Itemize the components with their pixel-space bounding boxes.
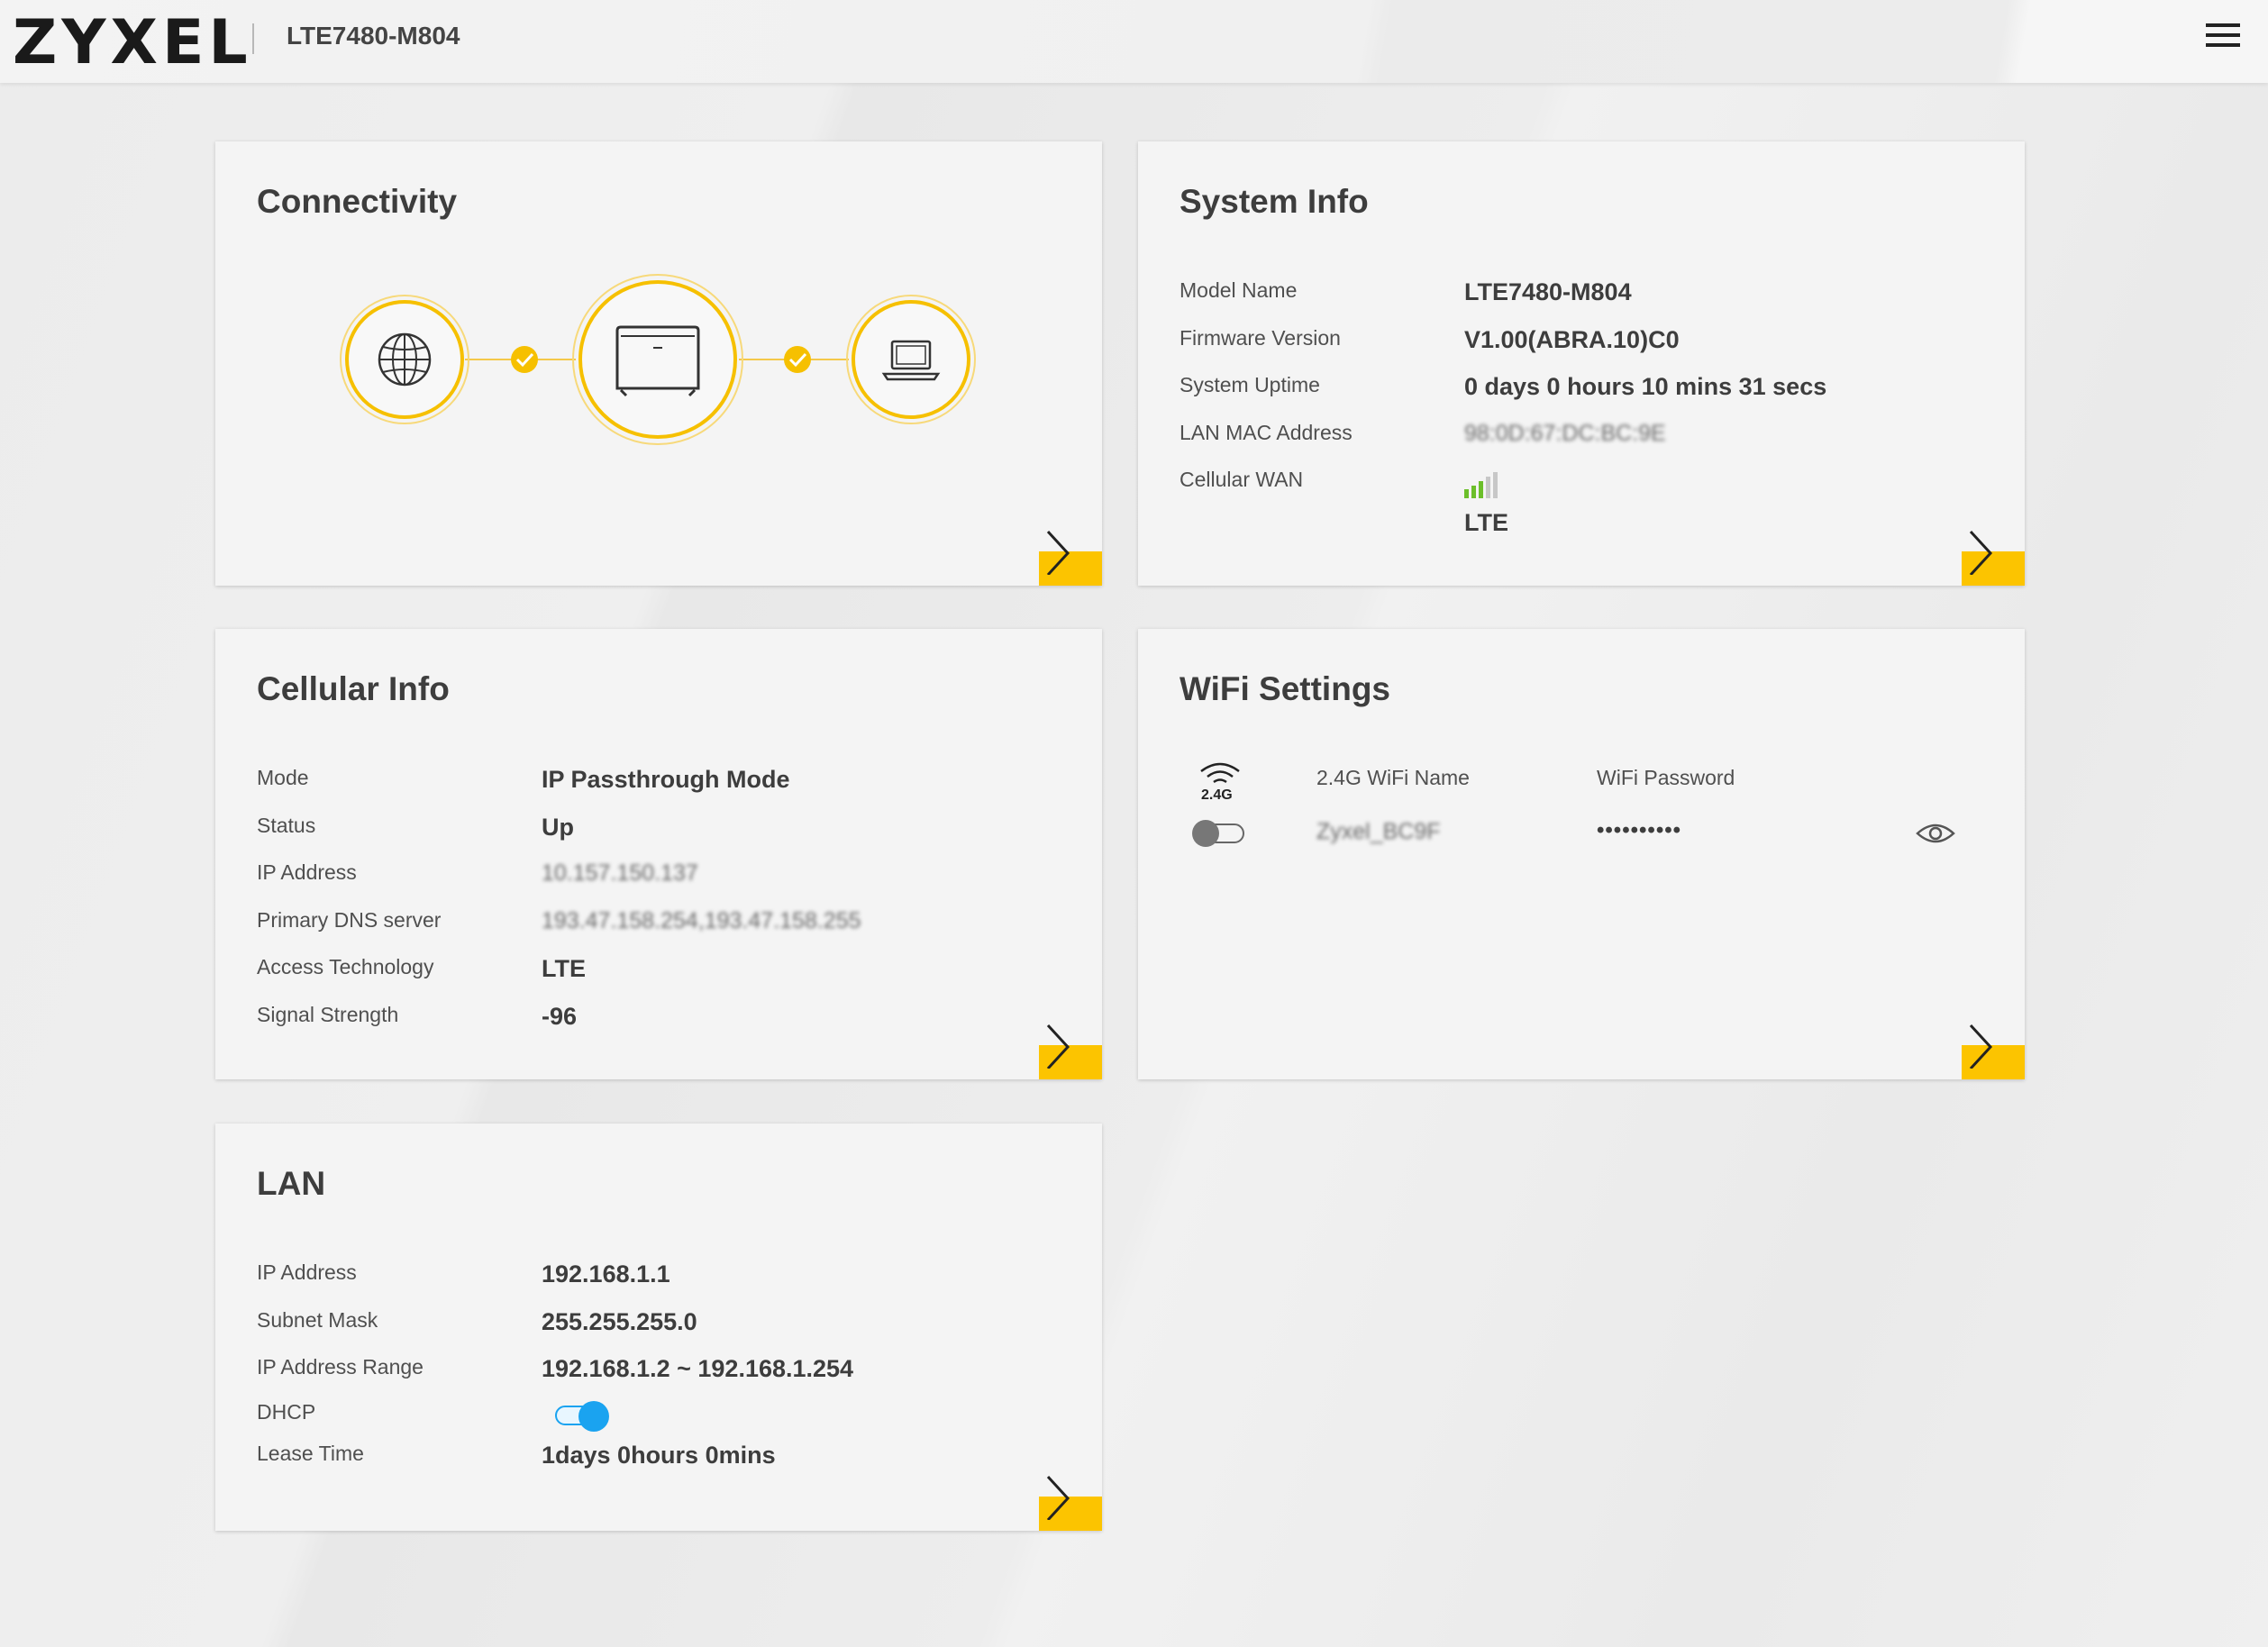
firmware-version-value: V1.00(ABRA.10)C0 — [1464, 326, 1680, 353]
card-title: System Info — [1180, 183, 1369, 220]
card-title: Cellular Info — [257, 670, 450, 707]
lan-card: LAN IP Address 192.168.1.1 Subnet Mask 2… — [215, 1124, 1102, 1531]
wifi-settings-details-button[interactable] — [1962, 1024, 2025, 1079]
top-bar: ZYXEL LTE7480-M804 — [0, 0, 2268, 83]
cellular-wan-label: Cellular WAN — [1180, 468, 1304, 491]
access-technology-label: Access Technology — [257, 955, 434, 978]
system-info-details-button[interactable] — [1962, 530, 2025, 586]
system-uptime-value: 0 days 0 hours 10 mins 31 secs — [1464, 373, 1827, 400]
cellular-info-details-button[interactable] — [1039, 1024, 1102, 1079]
band-label: 2.4G — [1201, 787, 1233, 803]
device-model-title: LTE7480-M804 — [287, 22, 460, 50]
dhcp-label: DHCP — [257, 1400, 316, 1424]
header-divider — [252, 23, 254, 54]
lan-ip-label: IP Address — [257, 1260, 357, 1284]
ip-range-value: 192.168.1.2 ~ 192.168.1.254 — [542, 1355, 854, 1382]
lan-ip-value: 192.168.1.1 — [542, 1260, 670, 1288]
access-technology-value: LTE — [542, 955, 586, 982]
primary-dns-label: Primary DNS server — [257, 908, 442, 932]
ip-range-label: IP Address Range — [257, 1355, 424, 1379]
eye-icon[interactable] — [1916, 820, 1955, 847]
lan-details-button[interactable] — [1039, 1475, 1102, 1531]
model-name-label: Model Name — [1180, 278, 1298, 302]
connectivity-card: Connectivity — [215, 141, 1102, 586]
cellular-info-card: Cellular Info Mode IP Passthrough Mode S… — [215, 629, 1102, 1079]
wifi-name-header: 2.4G WiFi Name — [1316, 766, 1470, 789]
ip-address-label: IP Address — [257, 860, 357, 884]
subnet-mask-label: Subnet Mask — [257, 1308, 378, 1332]
wifi-password-header: WiFi Password — [1597, 766, 1735, 789]
cellular-wan-value: LTE — [1464, 509, 1508, 536]
lan-mac-label: LAN MAC Address — [1180, 421, 1353, 444]
dhcp-toggle[interactable] — [555, 1401, 609, 1432]
chevron-right-icon — [1046, 1024, 1070, 1069]
laptop-icon — [846, 295, 976, 424]
lan-mac-value: 98:0D:67:DC:BC:9E — [1464, 421, 1666, 446]
globe-icon — [340, 295, 469, 424]
hamburger-menu-icon[interactable] — [2206, 23, 2240, 52]
check-icon — [784, 346, 811, 373]
status-value: Up — [542, 814, 574, 841]
status-label: Status — [257, 814, 316, 837]
wifi-ssid-value: Zyxel_BC9F — [1316, 819, 1441, 844]
wifi-icon — [1200, 762, 1240, 784]
wifi-password-value: •••••••••• — [1597, 818, 1682, 842]
zyxel-logo: ZYXEL — [13, 7, 252, 78]
lease-time-label: Lease Time — [257, 1442, 364, 1465]
lease-time-value: 1days 0hours 0mins — [542, 1442, 776, 1469]
subnet-mask-value: 255.255.255.0 — [542, 1308, 697, 1335]
router-icon — [572, 274, 743, 445]
chevron-right-icon — [1046, 530, 1070, 575]
mode-value: IP Passthrough Mode — [542, 766, 790, 793]
system-uptime-label: System Uptime — [1180, 373, 1320, 396]
chevron-right-icon — [1046, 1475, 1070, 1520]
primary-dns-value: 193.47.158.254,193.47.158.255 — [542, 908, 861, 933]
card-title: LAN — [257, 1165, 326, 1202]
ip-address-value: 10.157.150.137 — [542, 860, 698, 886]
card-title: WiFi Settings — [1180, 670, 1390, 707]
mode-label: Mode — [257, 766, 309, 789]
check-icon — [511, 346, 538, 373]
firmware-version-label: Firmware Version — [1180, 326, 1341, 350]
connectivity-diagram — [340, 274, 976, 445]
connectivity-details-button[interactable] — [1039, 530, 1102, 586]
signal-strength-value: -96 — [542, 1003, 578, 1030]
wifi-enable-toggle[interactable] — [1192, 820, 1244, 847]
chevron-right-icon — [1969, 530, 1993, 575]
signal-strength-label: Signal Strength — [257, 1003, 399, 1026]
system-info-card: System Info Model Name LTE7480-M804 Firm… — [1138, 141, 2025, 586]
model-name-value: LTE7480-M804 — [1464, 278, 1632, 305]
wifi-settings-card: WiFi Settings 2.4G 2.4G WiFi Name WiFi P… — [1138, 629, 2025, 1079]
chevron-right-icon — [1969, 1024, 1993, 1069]
